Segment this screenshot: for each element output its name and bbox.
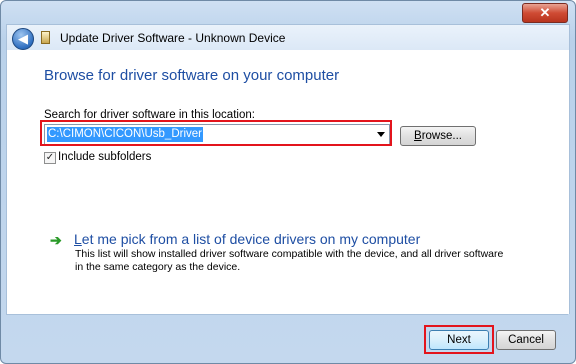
browse-button[interactable]: Browse... <box>400 126 476 146</box>
footer-divider <box>6 314 568 315</box>
close-button[interactable]: ✕ <box>522 3 568 23</box>
include-subfolders-checkbox[interactable]: ✓ <box>44 152 56 164</box>
window-title: Update Driver Software - Unknown Device <box>60 31 286 45</box>
include-subfolders-label[interactable]: Include subfolders <box>58 151 151 163</box>
content-area <box>6 50 570 314</box>
browse-access-key: B <box>414 130 422 142</box>
pick-link-access-key: L <box>74 231 82 247</box>
page-heading: Browse for driver software on your compu… <box>44 67 340 84</box>
next-highlight-box <box>424 325 494 354</box>
pick-description: This list will show installed driver sof… <box>75 248 504 273</box>
cancel-button[interactable]: Cancel <box>496 330 556 350</box>
green-arrow-icon: ➔ <box>50 232 62 248</box>
device-icon <box>41 31 50 44</box>
path-highlight-box <box>40 120 392 146</box>
back-arrow-icon[interactable]: ◀ <box>12 28 34 50</box>
browse-button-label: rowse... <box>421 130 462 142</box>
pick-from-list-link[interactable]: Let me pick from a list of device driver… <box>74 231 420 247</box>
pick-link-label: et me pick from a list of device drivers… <box>81 231 421 247</box>
